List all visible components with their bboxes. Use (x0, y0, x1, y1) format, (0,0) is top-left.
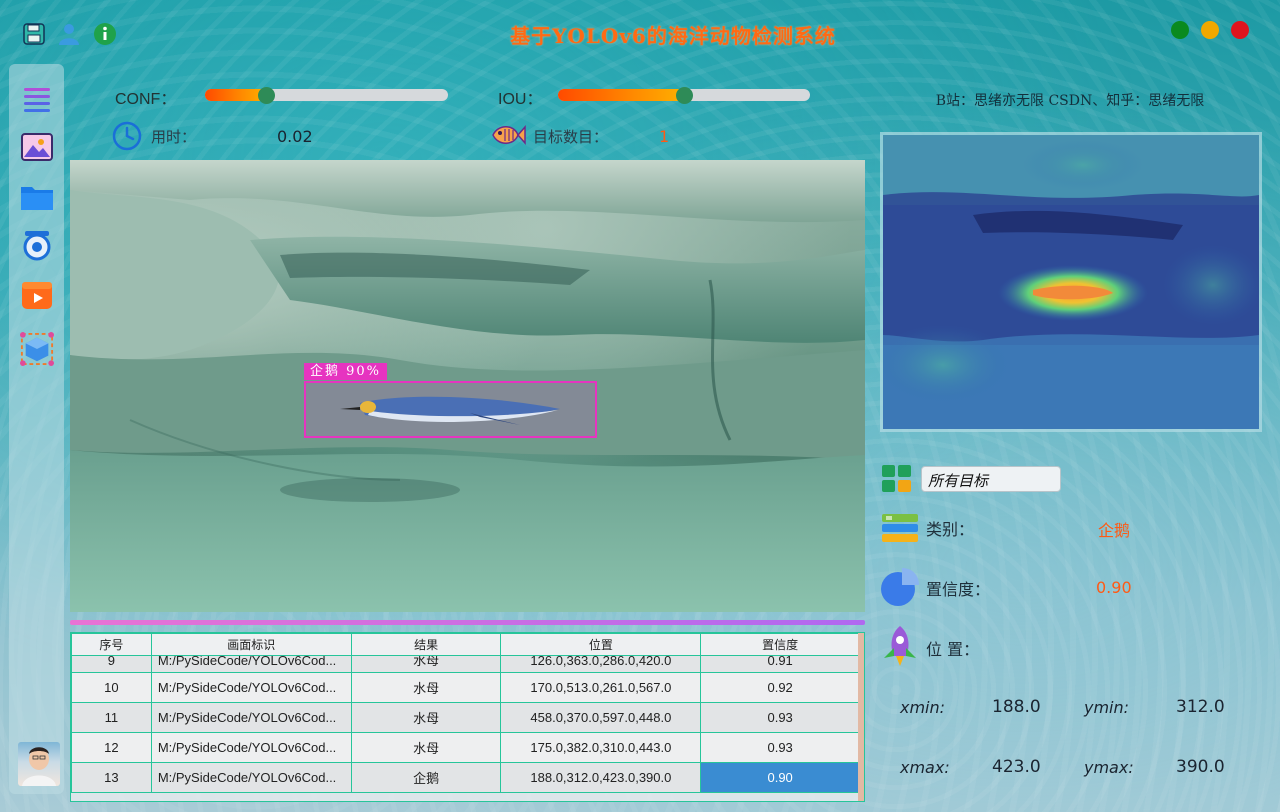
xmax-value: 423.0 (992, 757, 1041, 777)
count-value: 1 (659, 127, 670, 146)
iou-slider-handle[interactable] (676, 87, 693, 104)
table-cell[interactable]: 13 (71, 762, 152, 793)
ymax-label: ymax: (1084, 758, 1134, 777)
ymax-value: 390.0 (1176, 757, 1225, 777)
iou-label: IOU： (498, 91, 543, 108)
table-cell[interactable]: 11 (71, 702, 152, 733)
maximize-button[interactable] (1171, 21, 1189, 39)
position-label: 位 置： (926, 640, 980, 659)
table-cell[interactable]: 10 (71, 672, 152, 703)
xmax-label: xmax: (900, 758, 950, 777)
table-cell[interactable]: M:/PySideCode/YOLOv6Cod... (150, 702, 352, 733)
pie-chart-icon (880, 567, 920, 611)
layers-icon (880, 512, 920, 548)
table-scrollbar[interactable] (858, 633, 864, 801)
table-cell[interactable]: 126.0,363.0,286.0,420.0 (500, 655, 702, 673)
table-cell[interactable]: 0.91 (700, 655, 860, 673)
table-cell[interactable]: 水母 (350, 672, 502, 703)
fish-icon (490, 121, 526, 153)
column-header[interactable]: 位置 (500, 633, 702, 656)
ymin-label: ymin: (1084, 698, 1130, 717)
time-value: 0.02 (277, 127, 313, 146)
table-cell[interactable]: 175.0,382.0,310.0,443.0 (500, 732, 702, 763)
detection-label: 企鹅 90% (304, 363, 388, 380)
video-icon[interactable] (20, 278, 54, 312)
table-cell[interactable]: 170.0,513.0,261.0,567.0 (500, 672, 702, 703)
minimize-button[interactable] (1201, 21, 1219, 39)
count-label: 目标数目： (533, 128, 609, 146)
table-cell[interactable]: 458.0,370.0,597.0,448.0 (500, 702, 702, 733)
time-label: 用时： (151, 128, 197, 146)
table-cell[interactable]: 0.93 (700, 702, 860, 733)
table-cell[interactable]: 0.92 (700, 672, 860, 703)
iou-slider[interactable] (558, 87, 810, 104)
table-cell[interactable]: 水母 (350, 702, 502, 733)
column-header[interactable]: 结果 (350, 633, 502, 656)
credit-text: B站：思绪亦无限 CSDN、知乎：思绪无限 (935, 93, 1205, 109)
table-cell[interactable]: 0.93 (700, 732, 860, 763)
rocket-icon (880, 624, 920, 672)
folder-icon[interactable] (20, 180, 54, 214)
table-row[interactable]: 12 M:/PySideCode/YOLOv6Cod... 水母 175.0,3… (71, 732, 860, 763)
avatar[interactable] (18, 742, 60, 786)
title-bar: 基于YOLOv6的海洋动物检测系统 (0, 0, 1280, 64)
menu-icon[interactable] (20, 82, 54, 116)
table-cell[interactable]: M:/PySideCode/YOLOv6Cod... (150, 732, 352, 763)
model-icon[interactable] (20, 332, 54, 366)
iou-slider-fill (558, 89, 684, 101)
confidence-value: 0.90 (1096, 578, 1132, 597)
conf-slider[interactable] (205, 87, 448, 104)
conf-slider-handle[interactable] (258, 87, 275, 104)
column-header[interactable]: 置信度 (700, 633, 860, 656)
divider (70, 620, 865, 625)
detection-view[interactable]: 企鹅 90% (70, 160, 865, 612)
class-label: 类别： (926, 520, 975, 539)
results-table[interactable]: 序号 画面标识 结果 位置 置信度 9 M:/PySideCode/YOLOv6… (70, 632, 865, 802)
table-row[interactable]: 11 M:/PySideCode/YOLOv6Cod... 水母 458.0,3… (71, 702, 860, 733)
conf-label: CONF： (115, 91, 177, 108)
app-title: 基于YOLOv6的海洋动物检测系统 (510, 24, 836, 48)
table-row[interactable]: 9 M:/PySideCode/YOLOv6Cod... 水母 126.0,36… (71, 655, 860, 673)
sidebar (9, 64, 64, 794)
table-cell-selected[interactable]: 0.90 (700, 762, 860, 793)
table-cell[interactable]: M:/PySideCode/YOLOv6Cod... (150, 762, 352, 793)
table-cell[interactable]: 企鹅 (350, 762, 502, 793)
table-cell[interactable]: 188.0,312.0,423.0,390.0 (500, 762, 702, 793)
table-row[interactable]: 10 M:/PySideCode/YOLOv6Cod... 水母 170.0,5… (71, 672, 860, 703)
table-cell[interactable]: M:/PySideCode/YOLOv6Cod... (150, 655, 352, 673)
table-cell[interactable]: 9 (71, 655, 152, 673)
grid-icon (881, 464, 913, 498)
xmin-label: xmin: (900, 698, 946, 717)
table-cell[interactable]: 水母 (350, 655, 502, 673)
clock-icon (112, 121, 142, 155)
table-cell[interactable]: M:/PySideCode/YOLOv6Cod... (150, 672, 352, 703)
table-cell[interactable]: 12 (71, 732, 152, 763)
class-value: 企鹅 (1098, 521, 1131, 540)
close-button[interactable] (1231, 21, 1249, 39)
target-select[interactable]: 所有目标 (921, 466, 1061, 492)
image-icon[interactable] (20, 130, 54, 164)
conf-slider-fill (205, 89, 266, 101)
column-header[interactable]: 序号 (71, 633, 152, 656)
xmin-value: 188.0 (992, 697, 1041, 717)
column-header[interactable]: 画面标识 (150, 633, 352, 656)
heatmap-view (880, 132, 1262, 432)
ymin-value: 312.0 (1176, 697, 1225, 717)
confidence-label: 置信度： (926, 580, 991, 599)
camera-icon[interactable] (20, 228, 54, 262)
table-row-selected[interactable]: 13 M:/PySideCode/YOLOv6Cod... 企鹅 188.0,3… (71, 762, 860, 793)
table-cell[interactable]: 水母 (350, 732, 502, 763)
